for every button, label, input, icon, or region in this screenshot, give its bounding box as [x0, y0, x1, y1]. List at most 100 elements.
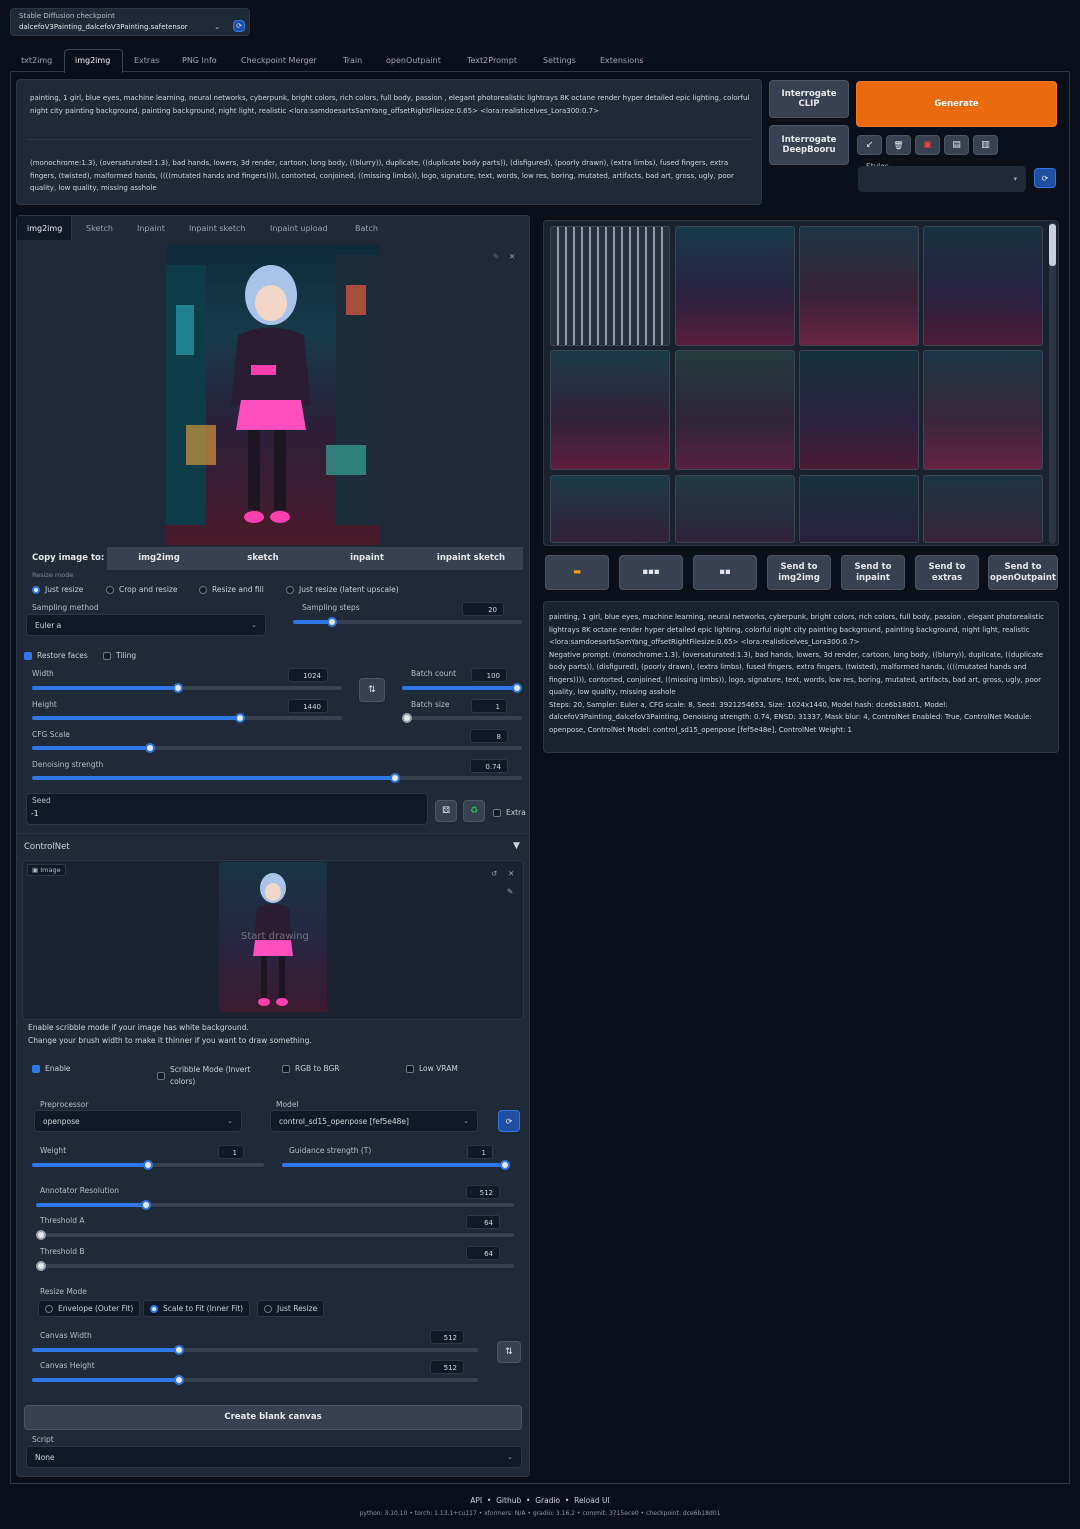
reset-icon[interactable]: ↺: [491, 869, 497, 878]
canvas-width-input[interactable]: 512: [430, 1330, 464, 1344]
canvas-width-slider[interactable]: [32, 1345, 478, 1355]
footer-link-api[interactable]: API: [470, 1496, 482, 1505]
threshold-a-slider[interactable]: [36, 1230, 514, 1240]
scribble-mode-checkbox[interactable]: Scribble Mode (Invert colors): [157, 1064, 267, 1088]
sub-tab-inpaint-sketch[interactable]: Inpaint sketch: [189, 224, 245, 233]
envelope-radio[interactable]: Envelope (Outer Fit): [38, 1300, 141, 1317]
refresh-icon[interactable]: ⟳: [233, 20, 245, 32]
guidance-slider[interactable]: [282, 1160, 510, 1170]
slider-handle[interactable]: [500, 1160, 510, 1170]
height-slider[interactable]: [32, 713, 342, 723]
guidance-input[interactable]: 1: [467, 1145, 493, 1159]
gallery-thumbnail[interactable]: [550, 475, 670, 543]
gallery-thumbnail[interactable]: [799, 475, 919, 543]
paint-icon[interactable]: ↙: [857, 135, 882, 155]
style-apply-icon[interactable]: ▣: [915, 135, 940, 155]
slider-handle[interactable]: [234, 713, 245, 723]
generate-button[interactable]: Generate: [856, 81, 1057, 127]
checkpoint-value[interactable]: dalcefoV3Painting_dalcefoV3Painting.safe…: [19, 23, 188, 31]
batch-size-input[interactable]: 1: [471, 699, 507, 713]
gallery-thumbnail[interactable]: [550, 350, 670, 470]
send-to-img2img-button[interactable]: Send to img2img: [767, 555, 831, 590]
copy-to-inpaint-sketch-button[interactable]: inpaint sketch: [419, 547, 523, 570]
footer-link-gradio[interactable]: Gradio: [535, 1496, 560, 1505]
cfg-scale-slider[interactable]: [32, 743, 522, 753]
tab-checkpoint-merger[interactable]: Checkpoint Merger: [241, 56, 317, 65]
sub-tab-inpaint-upload[interactable]: Inpaint upload: [270, 224, 328, 233]
create-blank-canvas-button[interactable]: Create blank canvas: [24, 1405, 522, 1430]
footer-link-reload-ui[interactable]: Reload UI: [574, 1496, 610, 1505]
sub-tab-sketch[interactable]: Sketch: [86, 224, 113, 233]
tab-png-info[interactable]: PNG Info: [182, 56, 217, 65]
brush-icon[interactable]: ✎: [507, 887, 513, 896]
seed-input[interactable]: -1: [31, 809, 38, 818]
width-input[interactable]: 1024: [288, 668, 328, 682]
sub-tab-inpaint[interactable]: Inpaint: [137, 224, 165, 233]
tab-text2prompt[interactable]: Text2Prompt: [467, 56, 517, 65]
send-to-inpaint-button[interactable]: Send to inpaint: [841, 555, 905, 590]
send-to-openoutpaint-button[interactable]: Send to openOutpaint: [988, 555, 1058, 590]
annotator-slider[interactable]: [36, 1200, 514, 1210]
scale-to-fit-radio[interactable]: Scale to Fit (Inner Fit): [143, 1300, 251, 1317]
denoising-input[interactable]: 0.74: [470, 759, 508, 773]
interrogate-clip-button[interactable]: Interrogate CLIP: [769, 80, 849, 118]
slider-handle[interactable]: [389, 773, 400, 783]
canvas-height-slider[interactable]: [32, 1375, 478, 1385]
zip-icon[interactable]: ▪▪: [693, 555, 757, 590]
chevron-down-icon[interactable]: ⌄: [214, 22, 220, 31]
sampling-steps-slider[interactable]: [293, 617, 522, 627]
interrogate-deepbooru-button[interactable]: Interrogate DeepBooru: [769, 125, 849, 165]
tiling-checkbox[interactable]: Tiling: [103, 651, 136, 660]
weight-slider[interactable]: [32, 1160, 264, 1170]
footer-link-github[interactable]: Github: [496, 1496, 521, 1505]
negative-prompt-input[interactable]: (monochrome:1.3), (oversaturated:1.3), b…: [30, 157, 755, 195]
height-input[interactable]: 1440: [288, 699, 328, 713]
input-image[interactable]: [166, 245, 380, 545]
denoising-slider[interactable]: [32, 773, 522, 783]
resize-just-resize-radio[interactable]: Just resize: [32, 585, 83, 594]
swap-icon[interactable]: ⇅: [359, 678, 385, 702]
recycle-icon[interactable]: ♻: [463, 800, 485, 822]
slider-handle[interactable]: [36, 1261, 46, 1271]
gallery-thumbnail[interactable]: [675, 226, 795, 346]
restore-faces-checkbox[interactable]: Restore faces: [24, 651, 88, 660]
gallery-thumbnail[interactable]: [923, 226, 1043, 346]
canvas-height-input[interactable]: 512: [430, 1360, 464, 1374]
gallery-thumbnail[interactable]: [923, 350, 1043, 470]
slider-handle[interactable]: [512, 683, 522, 693]
collapse-icon[interactable]: ▼: [513, 841, 520, 851]
annotator-input[interactable]: 512: [466, 1185, 500, 1199]
folder-icon[interactable]: ▬: [545, 555, 609, 590]
resize-crop-radio[interactable]: Crop and resize: [106, 585, 177, 594]
slider-handle[interactable]: [402, 713, 412, 723]
prompt-input[interactable]: painting, 1 girl, blue eyes, machine lea…: [30, 92, 755, 117]
tab-extensions[interactable]: Extensions: [600, 56, 643, 65]
extra-checkbox[interactable]: Extra: [493, 808, 526, 817]
rgb-bgr-checkbox[interactable]: RGB to BGR: [282, 1064, 340, 1073]
gallery-thumbnail[interactable]: [675, 475, 795, 543]
save-icon[interactable]: ▥: [973, 135, 998, 155]
tab-train[interactable]: Train: [343, 56, 362, 65]
just-resize-radio[interactable]: Just Resize: [257, 1300, 325, 1317]
dice-icon[interactable]: ⚄: [435, 800, 457, 822]
swap-icon[interactable]: ⇅: [497, 1341, 521, 1363]
clipboard-icon[interactable]: ▤: [944, 135, 969, 155]
gallery-thumbnail[interactable]: [799, 350, 919, 470]
copy-to-inpaint-button[interactable]: inpaint: [315, 547, 419, 570]
gallery-grid-thumbnail[interactable]: [550, 226, 670, 346]
low-vram-checkbox[interactable]: Low VRAM: [406, 1064, 458, 1073]
slider-handle[interactable]: [143, 1160, 153, 1170]
tab-settings[interactable]: Settings: [543, 56, 576, 65]
send-to-extras-button[interactable]: Send to extras: [915, 555, 979, 590]
resize-latent-radio[interactable]: Just resize (latent upscale): [286, 585, 399, 594]
threshold-a-input[interactable]: 64: [466, 1215, 500, 1229]
slider-handle[interactable]: [140, 1200, 151, 1210]
threshold-b-input[interactable]: 64: [466, 1246, 500, 1260]
close-icon[interactable]: ✕: [508, 869, 514, 878]
copy-to-sketch-button[interactable]: sketch: [211, 547, 315, 570]
slider-handle[interactable]: [326, 617, 337, 627]
gallery-thumbnail[interactable]: [675, 350, 795, 470]
gallery-thumbnail[interactable]: [799, 226, 919, 346]
model-dropdown[interactable]: control_sd15_openpose [fef5e48e] ⌄: [270, 1110, 478, 1132]
sub-tab-batch[interactable]: Batch: [355, 224, 378, 233]
